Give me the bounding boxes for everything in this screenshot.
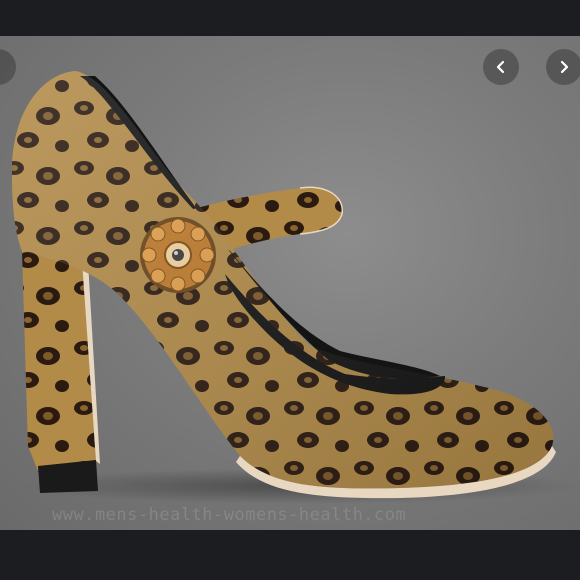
watermark-text: www.mens-health-womens-health.com (52, 505, 407, 525)
top-bar (0, 0, 580, 36)
next-image-button[interactable] (546, 49, 580, 85)
shoe-illustration (11, 71, 580, 504)
chevron-left-icon (496, 60, 505, 74)
product-photo (0, 36, 580, 530)
prev-image-button[interactable] (483, 49, 519, 85)
chevron-right-icon (560, 60, 569, 74)
bottom-bar (0, 530, 580, 580)
